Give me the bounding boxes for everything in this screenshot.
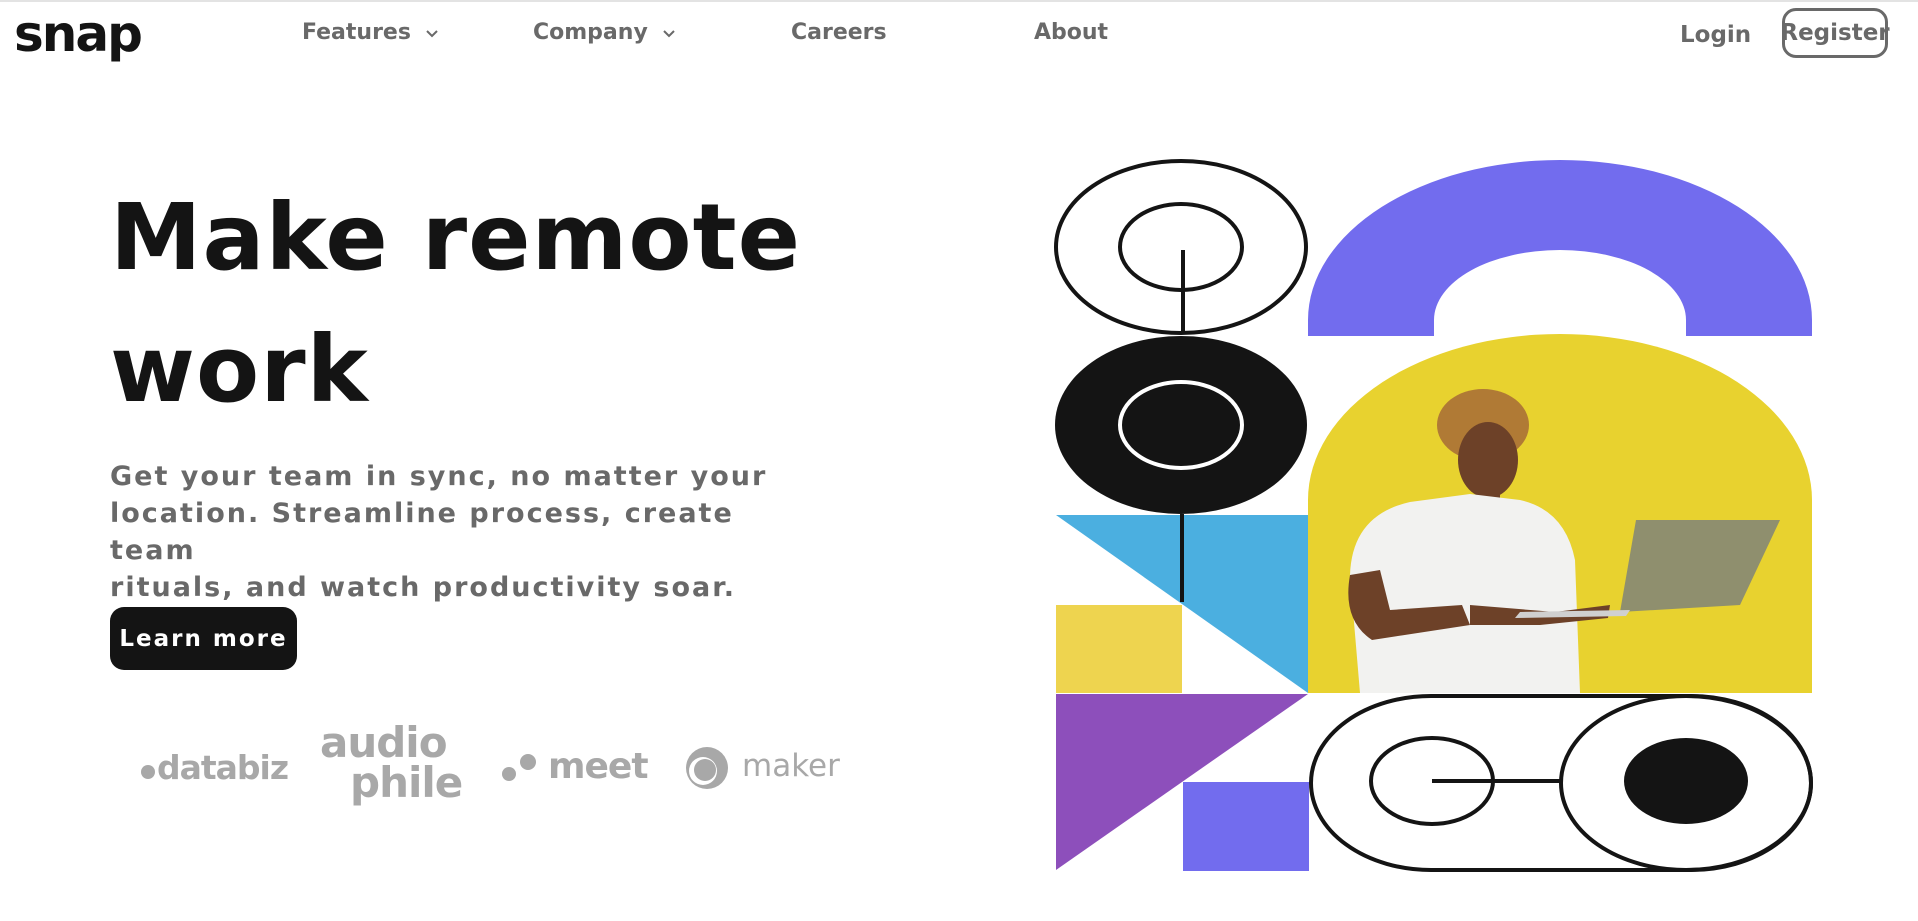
chevron-down-icon <box>426 30 438 38</box>
hero-subtitle-line-3: rituals, and watch productivity soar. <box>110 572 736 603</box>
maker-logo: maker <box>742 748 840 784</box>
learn-more-button[interactable]: Learn more <box>110 607 297 670</box>
meet-logo: meet <box>548 746 649 787</box>
nav-company-label: Company <box>533 20 648 45</box>
hero-subtitle-line-1: Get your team in sync, no matter your <box>110 461 768 492</box>
hero-illustration <box>1054 159 1813 872</box>
hero-title-line-1: Make remote <box>110 184 801 291</box>
audiophile-logo-top: audio <box>320 718 448 767</box>
bottom-black-dot <box>1624 738 1748 824</box>
login-link[interactable]: Login <box>1680 20 1751 50</box>
nav-about-label: About <box>1034 20 1109 45</box>
top-border <box>0 0 1918 2</box>
nav-careers[interactable]: Careers <box>791 18 887 48</box>
purple-square <box>1183 782 1309 871</box>
hero-title: Make remote work <box>110 172 830 436</box>
purple-arch-shape <box>1308 160 1812 336</box>
mustard-square <box>1056 605 1182 693</box>
databiz-logo: databiz <box>157 748 289 787</box>
inner-ring-black <box>1118 380 1244 470</box>
chevron-down-icon <box>663 30 675 38</box>
nav-features-label: Features <box>302 20 411 45</box>
register-button[interactable]: Register <box>1780 8 1890 58</box>
nav-features[interactable]: Features <box>302 18 439 48</box>
hero-subtitle-line-2: location. Streamline process, create tea… <box>110 498 734 566</box>
maker-circle-icon <box>686 747 728 789</box>
nav-about[interactable]: About <box>1034 18 1108 48</box>
brand-logo[interactable]: snap <box>14 4 143 64</box>
nav-company[interactable]: Company <box>533 18 676 48</box>
hero-title-line-2: work <box>110 316 369 423</box>
meet-dots-icon <box>502 754 536 781</box>
nav-careers-label: Careers <box>791 20 887 45</box>
hero-subtitle: Get your team in sync, no matter your lo… <box>110 458 810 606</box>
audiophile-logo-bottom: phile <box>350 758 463 807</box>
databiz-dot-icon <box>141 765 155 779</box>
